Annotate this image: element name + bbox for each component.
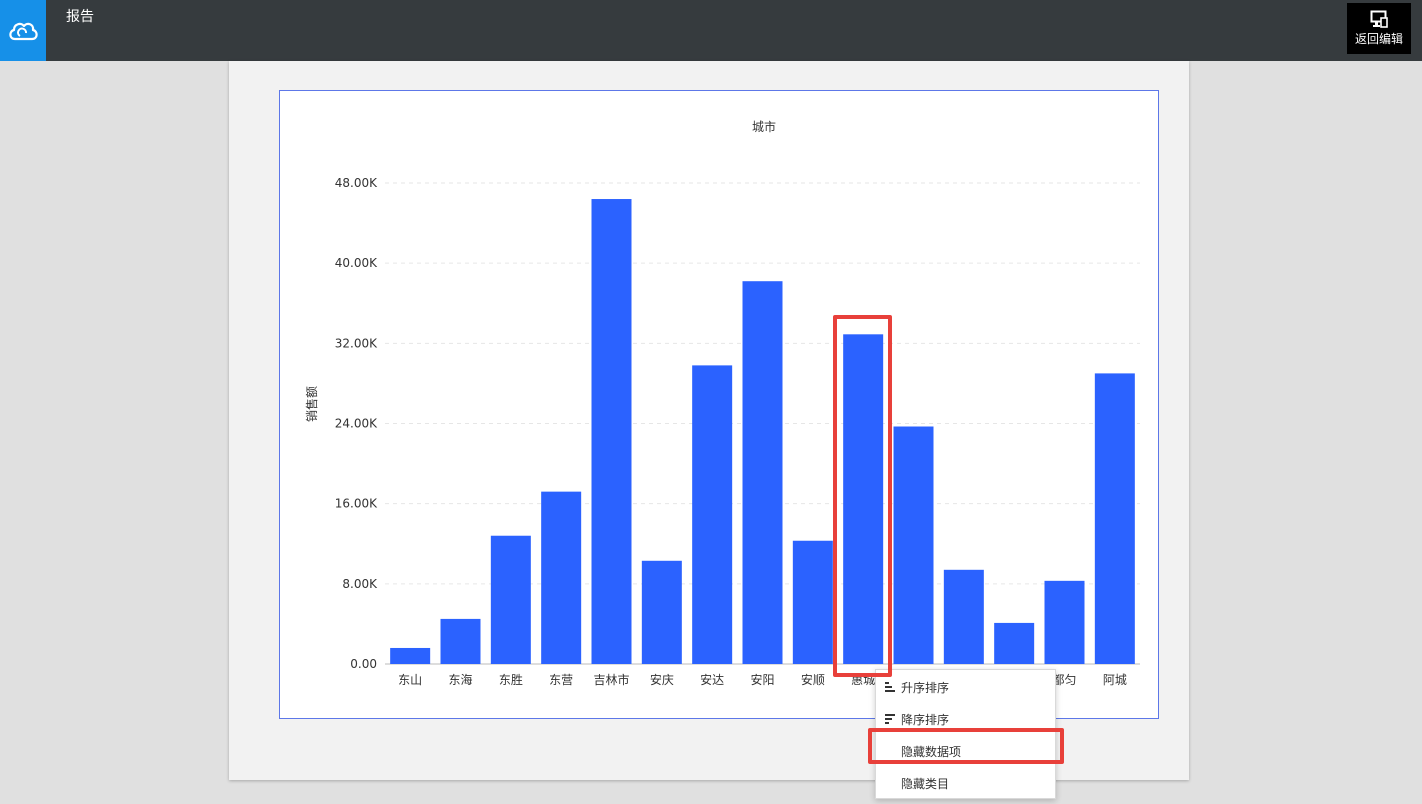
device-edit-icon xyxy=(1370,10,1388,28)
y-tick-label: 32.00K xyxy=(335,336,378,350)
y-tick-label: 8.00K xyxy=(342,577,378,591)
chart-title: 城市 xyxy=(752,119,776,134)
x-tick-label: 阿城 xyxy=(1103,673,1127,687)
x-tick-label: 东胜 xyxy=(499,672,523,687)
bar[interactable] xyxy=(541,491,582,664)
bar[interactable] xyxy=(692,365,733,664)
bar[interactable] xyxy=(994,622,1035,664)
bar[interactable] xyxy=(390,647,431,664)
bar[interactable] xyxy=(792,540,833,664)
bar[interactable] xyxy=(591,199,632,664)
y-tick-label: 16.00K xyxy=(335,497,378,511)
bar[interactable] xyxy=(742,281,783,664)
x-tick-label: 吉林市 xyxy=(593,672,629,687)
x-tick-label: 安顺 xyxy=(801,672,825,687)
y-tick-label: 40.00K xyxy=(335,256,378,270)
back-to-edit-button[interactable]: 返回编辑 xyxy=(1347,3,1411,54)
bar-chart[interactable]: 城市销售额 0.00 8.00K 16.00K 24.00K 32.00K 40.00K 48… xyxy=(280,91,1160,720)
bar[interactable] xyxy=(641,560,682,664)
back-to-edit-label: 返回编辑 xyxy=(1354,32,1403,46)
y-tick-label: 24.00K xyxy=(335,417,378,431)
bar[interactable] xyxy=(490,535,531,664)
cloud-logo-icon xyxy=(9,22,38,40)
x-tick-label: 安达 xyxy=(700,672,724,687)
highlight-box-menu-item xyxy=(868,728,1064,764)
menu-item-label: 降序排序 xyxy=(901,712,950,727)
y-tick-label: 0.00 xyxy=(350,657,377,671)
y-tick-label: 48.00K xyxy=(335,176,378,190)
x-tick-label: 安庆 xyxy=(650,672,674,687)
menu-item-hide-category[interactable]: 隐藏类目 xyxy=(876,767,1057,799)
bar[interactable] xyxy=(1044,580,1085,664)
bar[interactable] xyxy=(1094,373,1135,664)
bar[interactable] xyxy=(893,426,934,664)
app-logo[interactable] xyxy=(0,0,46,61)
sort-ascending-icon xyxy=(885,682,895,692)
sort-descending-icon xyxy=(885,714,895,724)
x-tick-label: 东营 xyxy=(549,673,573,687)
x-tick-label: 东海 xyxy=(448,672,472,687)
chart-container[interactable]: 城市销售额 0.00 8.00K 16.00K 24.00K 32.00K 40.00K 48… xyxy=(279,90,1159,719)
page-title: 报告 xyxy=(66,9,94,25)
x-tick-label: 东山 xyxy=(398,673,422,687)
menu-item-label: 隐藏类目 xyxy=(901,776,950,791)
y-axis-label: 销售额 xyxy=(304,386,319,422)
bar[interactable] xyxy=(440,618,481,664)
bar[interactable] xyxy=(943,569,984,664)
menu-item-sort-ascending[interactable]: 升序排序 xyxy=(876,671,1057,703)
top-bar: 报告 返回编辑 xyxy=(0,0,1422,61)
highlight-box-bar xyxy=(833,315,892,677)
x-tick-label: 安阳 xyxy=(750,672,774,687)
menu-item-label: 升序排序 xyxy=(901,680,950,695)
